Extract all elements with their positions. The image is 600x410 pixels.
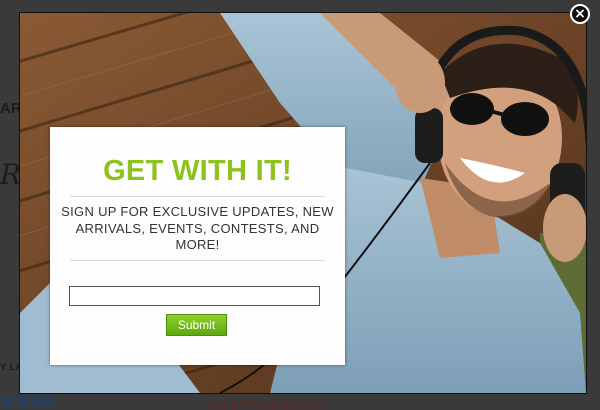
- email-field[interactable]: [69, 286, 320, 306]
- popup-headline: GET WITH IT!: [103, 155, 292, 187]
- signup-card: GET WITH IT! SIGN UP FOR EXCLUSIVE UPDAT…: [50, 127, 345, 365]
- close-icon: ×: [574, 6, 586, 22]
- close-button[interactable]: ×: [570, 4, 590, 24]
- share-icon: [32, 395, 54, 407]
- email-icon: [17, 395, 29, 407]
- divider: [70, 260, 325, 261]
- submit-button[interactable]: Submit: [166, 314, 227, 336]
- twitter-icon: [2, 395, 14, 407]
- background-sale-price: SALE PRICE $110.00: [206, 398, 325, 410]
- divider: [70, 196, 325, 197]
- popup-subtext: SIGN UP FOR EXCLUSIVE UPDATES, NEW ARRIV…: [61, 204, 334, 252]
